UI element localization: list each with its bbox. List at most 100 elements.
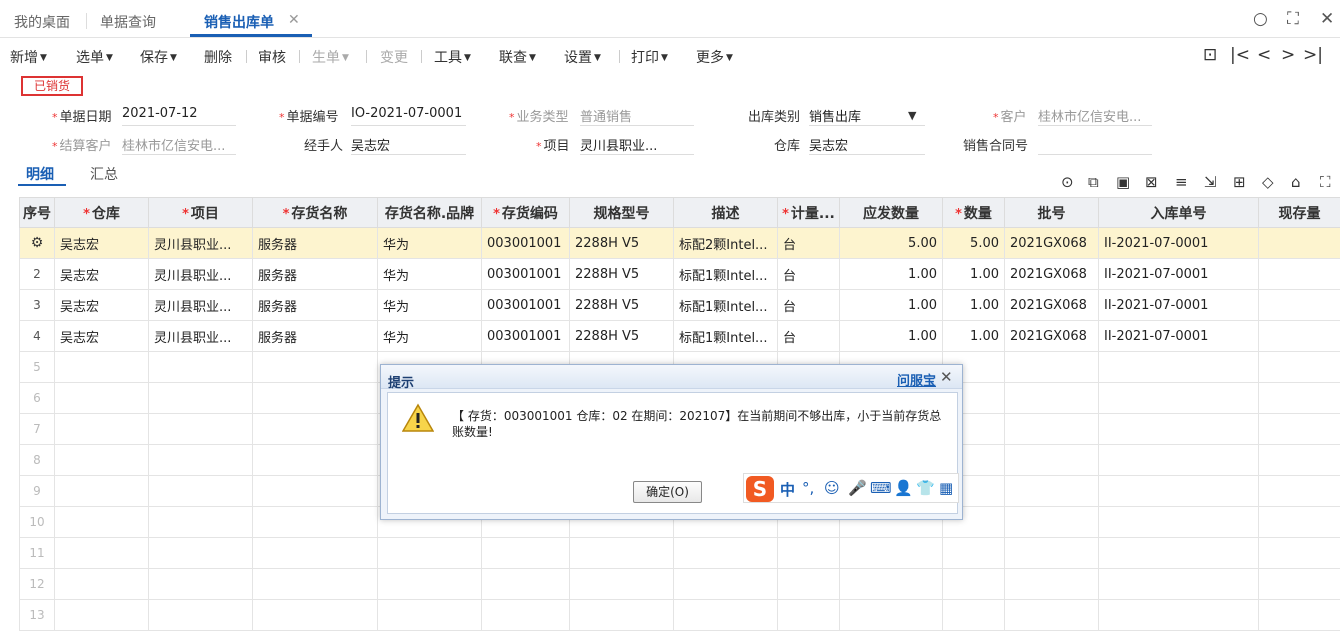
cell-warehouse[interactable]: 吴志宏 bbox=[55, 228, 149, 259]
table-row[interactable]: 4 吴志宏 灵川县职业... 服务器 华为 003001001 2288H V5… bbox=[20, 321, 1340, 352]
empty-cell[interactable] bbox=[55, 383, 149, 414]
columns-icon[interactable]: ⊞ bbox=[1233, 173, 1246, 191]
col-due-qty[interactable]: 应发数量 bbox=[840, 198, 943, 228]
copy-row-icon[interactable]: ⧉ bbox=[1088, 173, 1099, 191]
cell-batch[interactable]: 2021GX068 bbox=[1005, 290, 1099, 321]
contract-field[interactable] bbox=[1038, 135, 1152, 155]
empty-cell[interactable] bbox=[482, 538, 570, 569]
empty-cell[interactable] bbox=[482, 600, 570, 631]
select-doc-button[interactable]: 选单▼ bbox=[76, 47, 113, 67]
cell-item-brand[interactable]: 华为 bbox=[378, 321, 482, 352]
empty-cell[interactable] bbox=[55, 600, 149, 631]
user-icon[interactable]: 👤 bbox=[894, 479, 913, 497]
empty-row[interactable]: 12 bbox=[20, 569, 1340, 600]
first-record-icon[interactable]: |< bbox=[1230, 45, 1250, 65]
col-batch[interactable]: 批号 bbox=[1005, 198, 1099, 228]
audit-button[interactable]: 审核 bbox=[258, 47, 286, 67]
ok-button[interactable]: 确定(O) bbox=[633, 481, 702, 503]
table-row[interactable]: ⚙ 吴志宏 灵川县职业... 服务器 华为 003001001 2288H V5… bbox=[20, 228, 1340, 259]
cell-inbound-no[interactable]: II-2021-07-0001 bbox=[1099, 321, 1259, 352]
empty-cell[interactable] bbox=[1099, 600, 1259, 631]
empty-cell[interactable] bbox=[1259, 445, 1340, 476]
col-warehouse[interactable]: *仓库 bbox=[55, 198, 149, 228]
location-icon[interactable]: ⊙ bbox=[1061, 173, 1074, 191]
cell-item-brand[interactable]: 华为 bbox=[378, 290, 482, 321]
empty-cell[interactable] bbox=[253, 538, 378, 569]
cell-qty[interactable]: 1.00 bbox=[943, 321, 1005, 352]
empty-cell[interactable] bbox=[55, 476, 149, 507]
empty-cell[interactable] bbox=[570, 569, 674, 600]
empty-cell[interactable] bbox=[149, 600, 253, 631]
cell-spec[interactable]: 2288H V5 bbox=[570, 228, 674, 259]
empty-cell[interactable] bbox=[1259, 538, 1340, 569]
cell-desc[interactable]: 标配2颗Intel... bbox=[674, 228, 778, 259]
empty-cell[interactable] bbox=[149, 507, 253, 538]
cell-unit[interactable]: 台 bbox=[778, 228, 840, 259]
cell-desc[interactable]: 标配1颗Intel... bbox=[674, 259, 778, 290]
cell-desc[interactable]: 标配1颗Intel... bbox=[674, 290, 778, 321]
ime-mode-toggle[interactable]: 中 bbox=[780, 479, 795, 500]
cell-unit[interactable]: 台 bbox=[778, 321, 840, 352]
empty-cell[interactable] bbox=[55, 507, 149, 538]
batch-edit-icon[interactable]: ≡ bbox=[1175, 173, 1188, 191]
empty-cell[interactable] bbox=[1099, 569, 1259, 600]
microphone-icon[interactable]: 🎤 bbox=[848, 479, 867, 497]
empty-cell[interactable] bbox=[778, 569, 840, 600]
prev-record-icon[interactable]: < bbox=[1257, 45, 1271, 65]
empty-cell[interactable] bbox=[378, 600, 482, 631]
empty-cell[interactable] bbox=[943, 569, 1005, 600]
empty-cell[interactable] bbox=[253, 507, 378, 538]
new-button[interactable]: 新增▼ bbox=[10, 47, 47, 67]
cell-item-name[interactable]: 服务器 bbox=[253, 321, 378, 352]
cell-warehouse[interactable]: 吴志宏 bbox=[55, 321, 149, 352]
empty-cell[interactable] bbox=[840, 600, 943, 631]
col-stock[interactable]: 现存量 bbox=[1259, 198, 1340, 228]
tab-summary[interactable]: 汇总 bbox=[90, 164, 118, 184]
cell-inbound-no[interactable]: II-2021-07-0001 bbox=[1099, 290, 1259, 321]
settle-customer-field[interactable]: 桂林市亿信安电... bbox=[122, 135, 236, 155]
chevron-down-icon[interactable]: ▼ bbox=[908, 109, 916, 122]
cell-item-name[interactable]: 服务器 bbox=[253, 259, 378, 290]
empty-cell[interactable] bbox=[253, 569, 378, 600]
empty-cell[interactable] bbox=[378, 569, 482, 600]
cell-item-name[interactable]: 服务器 bbox=[253, 228, 378, 259]
delete-row-icon[interactable]: ⊠ bbox=[1145, 173, 1158, 191]
empty-cell[interactable] bbox=[778, 600, 840, 631]
cell-due-qty[interactable]: 1.00 bbox=[840, 290, 943, 321]
doc-no-field[interactable]: IO-2021-07-0001 bbox=[351, 106, 466, 126]
generate-doc-button[interactable]: 生单▼ bbox=[312, 47, 349, 67]
cell-qty[interactable]: 1.00 bbox=[943, 259, 1005, 290]
maximize-icon[interactable]: ⛶ bbox=[1287, 9, 1299, 29]
cell-item-code[interactable]: 003001001 bbox=[482, 290, 570, 321]
empty-cell[interactable] bbox=[1259, 383, 1340, 414]
skin-icon[interactable]: 👕 bbox=[916, 479, 935, 497]
cell-stock[interactable] bbox=[1259, 228, 1340, 259]
search-icon[interactable]: ○ bbox=[1253, 9, 1268, 29]
home-icon[interactable]: ⌂ bbox=[1291, 173, 1301, 191]
empty-cell[interactable] bbox=[943, 600, 1005, 631]
dialog-header[interactable]: 提示 问服宝 ✕ bbox=[381, 365, 962, 389]
change-button[interactable]: 变更 bbox=[380, 47, 408, 67]
cell-project[interactable]: 灵川县职业... bbox=[149, 259, 253, 290]
gear-icon[interactable]: ⚙ bbox=[31, 235, 44, 251]
cell-stock[interactable] bbox=[1259, 321, 1340, 352]
sogou-logo-icon[interactable]: S bbox=[746, 476, 774, 502]
empty-cell[interactable] bbox=[1099, 414, 1259, 445]
more-button[interactable]: 更多▼ bbox=[696, 47, 733, 67]
empty-row[interactable]: 11 bbox=[20, 538, 1340, 569]
empty-cell[interactable] bbox=[253, 476, 378, 507]
cell-spec[interactable]: 2288H V5 bbox=[570, 259, 674, 290]
next-record-icon[interactable]: > bbox=[1281, 45, 1295, 65]
empty-cell[interactable] bbox=[149, 352, 253, 383]
cell-item-brand[interactable]: 华为 bbox=[378, 259, 482, 290]
cell-stock[interactable] bbox=[1259, 290, 1340, 321]
cell-desc[interactable]: 标配1颗Intel... bbox=[674, 321, 778, 352]
cell-inbound-no[interactable]: II-2021-07-0001 bbox=[1099, 259, 1259, 290]
handler-field[interactable]: 吴志宏 bbox=[351, 135, 466, 155]
empty-cell[interactable] bbox=[674, 569, 778, 600]
cell-item-code[interactable]: 003001001 bbox=[482, 259, 570, 290]
cell-batch[interactable]: 2021GX068 bbox=[1005, 321, 1099, 352]
table-row[interactable]: 2 吴志宏 灵川县职业... 服务器 华为 003001001 2288H V5… bbox=[20, 259, 1340, 290]
close-icon[interactable]: ✕ bbox=[1320, 9, 1334, 29]
paste-icon[interactable]: ▣ bbox=[1116, 173, 1130, 191]
